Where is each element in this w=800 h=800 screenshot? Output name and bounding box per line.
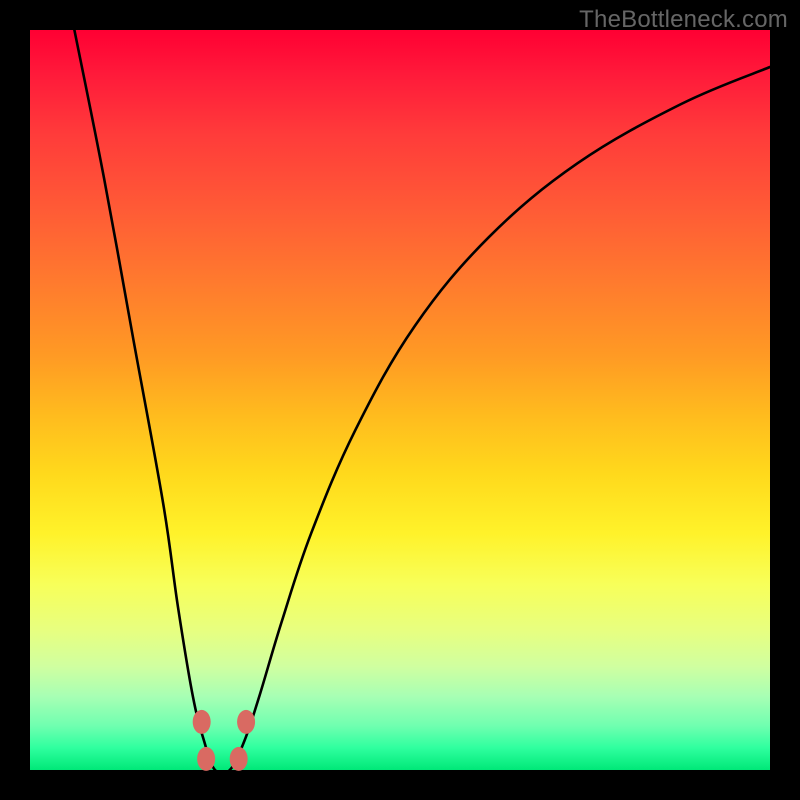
- plot-area: [30, 30, 770, 770]
- curve-marker: [237, 710, 255, 734]
- curve-svg: [30, 30, 770, 770]
- curve-marker: [230, 747, 248, 771]
- bottleneck-curve: [74, 30, 770, 774]
- curve-marker: [197, 747, 215, 771]
- chart-frame: TheBottleneck.com: [0, 0, 800, 800]
- curve-marker: [193, 710, 211, 734]
